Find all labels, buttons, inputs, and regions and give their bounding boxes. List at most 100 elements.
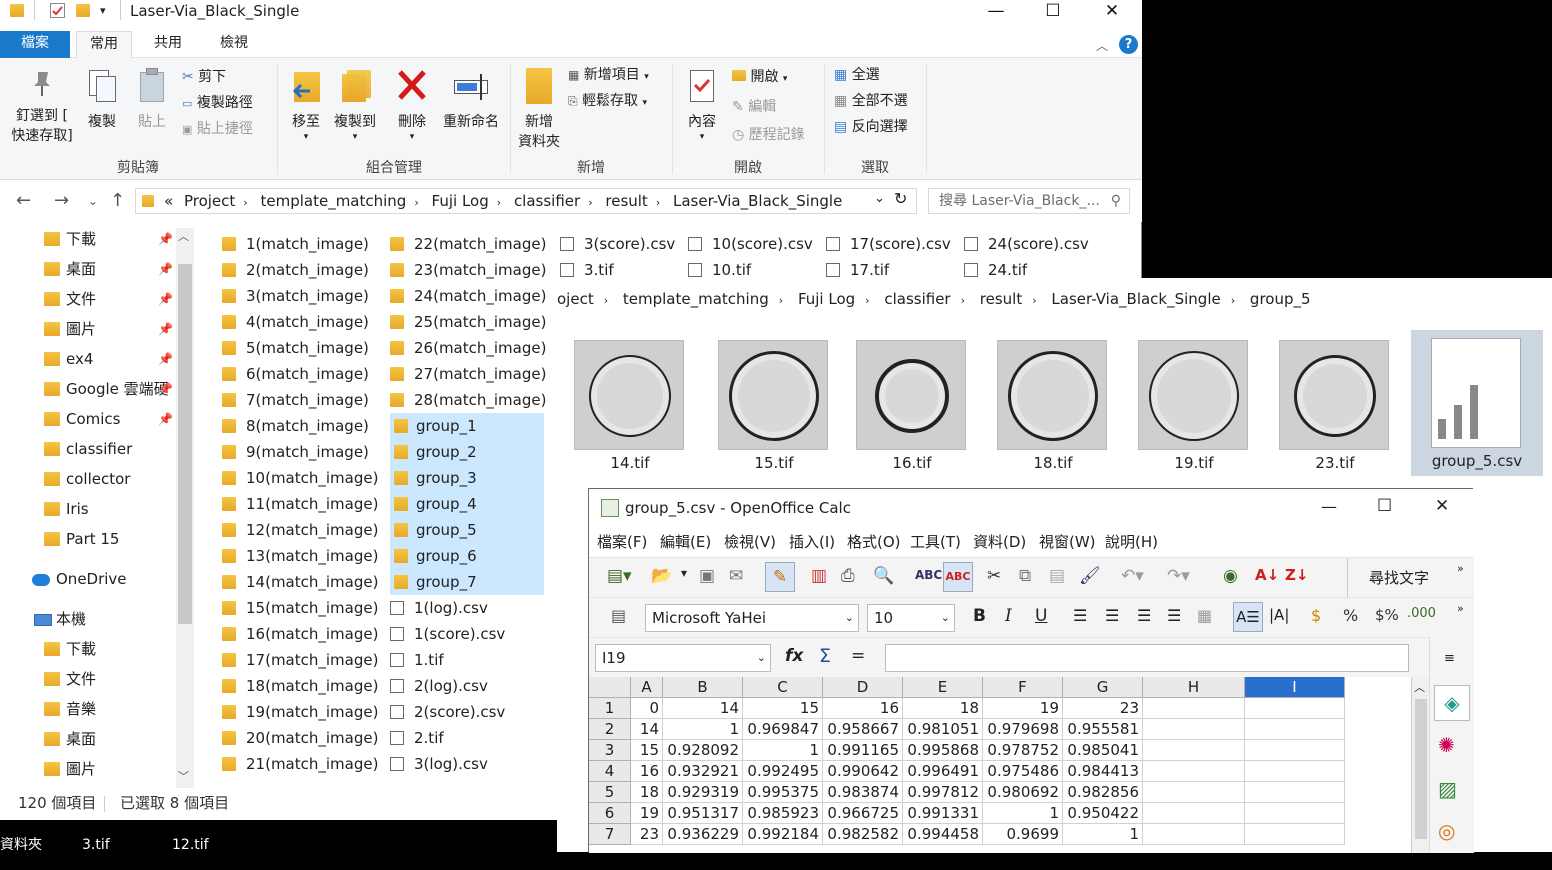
scroll-up-icon[interactable]: ︿: [1414, 679, 1425, 695]
edit-button[interactable]: ✎ 編輯: [732, 94, 776, 120]
thumbnail-item[interactable]: 15.tif: [718, 330, 830, 480]
file-item[interactable]: 2(score).csv: [390, 699, 544, 725]
folder-item[interactable]: 22(match_image): [390, 231, 546, 257]
cell[interactable]: 0.928092: [663, 740, 743, 761]
breadcrumb-item[interactable]: Fuji Log: [432, 192, 489, 210]
scroll-thumb[interactable]: [178, 264, 192, 624]
paste-icon-calc[interactable]: ▤: [1049, 566, 1065, 586]
nav-item[interactable]: 文件 📌: [0, 284, 176, 314]
cell[interactable]: 0.932921: [663, 761, 743, 782]
number-format-icon[interactable]: $%: [1375, 606, 1399, 624]
menu-item[interactable]: 說明(H): [1105, 527, 1158, 557]
menu-item[interactable]: 工具(T): [910, 527, 961, 557]
navigator-icon[interactable]: ◉: [1223, 566, 1238, 586]
nav-item[interactable]: 音樂: [0, 694, 176, 724]
cell[interactable]: 23: [631, 824, 663, 845]
nav-item-this-pc[interactable]: 本機: [0, 604, 176, 634]
cell[interactable]: 0.982582: [823, 824, 903, 845]
sort-ascending-icon[interactable]: A↓: [1255, 566, 1279, 584]
folder-item[interactable]: group_3: [390, 465, 544, 491]
cell[interactable]: 0.936229: [663, 824, 743, 845]
align-left-icon[interactable]: ☰: [1073, 606, 1087, 625]
folder-item[interactable]: group_6: [390, 543, 544, 569]
copy-to-button[interactable]: 複製到 ▾: [332, 68, 378, 142]
tab-file[interactable]: 檔案: [0, 31, 70, 58]
redo-icon[interactable]: ↷▾: [1167, 566, 1190, 586]
properties-sidebar-icon[interactable]: ◈: [1434, 685, 1470, 721]
file-item[interactable]: 3(log).csv: [390, 751, 544, 777]
calc-close-button[interactable]: ✕: [1435, 496, 1449, 516]
scroll-thumb[interactable]: [1415, 699, 1427, 839]
thumbnail-item[interactable]: 19.tif: [1138, 330, 1250, 480]
column-header[interactable]: I: [1245, 677, 1345, 698]
cell[interactable]: [1143, 698, 1245, 719]
cell[interactable]: 0.990642: [823, 761, 903, 782]
cell[interactable]: [1143, 719, 1245, 740]
delete-button[interactable]: 刪除 ▾: [392, 68, 432, 142]
folder-item[interactable]: group_5: [390, 517, 544, 543]
styles-sidebar-icon[interactable]: ✺: [1438, 733, 1455, 757]
nav-item[interactable]: ex4 📌: [0, 344, 176, 374]
tab-share[interactable]: 共用: [140, 31, 196, 58]
file-item[interactable]: 2(log).csv: [390, 673, 544, 699]
save-icon[interactable]: ▣: [699, 566, 715, 586]
menu-item[interactable]: 檔案(F): [597, 527, 647, 557]
cell[interactable]: 23: [1063, 698, 1143, 719]
column-header[interactable]: A: [631, 677, 663, 698]
breadcrumb-item[interactable]: classifier: [514, 192, 580, 210]
folder-item[interactable]: 26(match_image): [390, 335, 546, 361]
folder-item[interactable]: 18(match_image): [222, 673, 378, 699]
copy-button[interactable]: 複製: [80, 68, 124, 132]
edit-mode-icon[interactable]: ✎: [765, 562, 795, 592]
maximize-button[interactable]: ☐: [1030, 0, 1076, 22]
cell[interactable]: 0.969847: [743, 719, 823, 740]
folder-item[interactable]: group_2: [390, 439, 544, 465]
easy-access-button[interactable]: ⎘ 輕鬆存取 ▾: [568, 88, 647, 116]
column-header[interactable]: C: [743, 677, 823, 698]
vertical-text-icon[interactable]: |A|: [1269, 606, 1289, 624]
cell[interactable]: 19: [631, 803, 663, 824]
folder-item[interactable]: 7(match_image): [222, 387, 376, 413]
nav-item[interactable]: 下載 📌: [0, 224, 176, 254]
folder-item[interactable]: 6(match_image): [222, 361, 376, 387]
folder-item[interactable]: 14(match_image): [222, 569, 378, 595]
tab-home[interactable]: 常用: [76, 31, 132, 59]
menu-item[interactable]: 檢視(V): [724, 527, 776, 557]
cell[interactable]: 0.991165: [823, 740, 903, 761]
export-pdf-icon[interactable]: ▥: [811, 566, 827, 586]
open-doc-icon[interactable]: 📂: [651, 566, 672, 586]
cell[interactable]: 0.982856: [1063, 782, 1143, 803]
column-header[interactable]: G: [1063, 677, 1143, 698]
collapse-ribbon-icon[interactable]: ︿: [1096, 37, 1108, 54]
cell[interactable]: 0.9699: [983, 824, 1063, 845]
new-doc-icon[interactable]: ▤▾: [607, 566, 632, 586]
thumbnail-item[interactable]: 23.tif: [1279, 330, 1391, 480]
toolbar-overflow-icon[interactable]: »: [1457, 562, 1464, 575]
forward-arrow-icon[interactable]: →: [54, 190, 69, 211]
cell[interactable]: 0.994458: [903, 824, 983, 845]
nav-item[interactable]: 圖片: [0, 754, 176, 784]
breadcrumb-item[interactable]: result: [605, 192, 647, 210]
nav-item[interactable]: classifier: [0, 434, 176, 464]
invert-selection-button[interactable]: ▤ 反向選擇: [834, 114, 908, 140]
folder-item[interactable]: 27(match_image): [390, 361, 546, 387]
folder-item[interactable]: 9(match_image): [222, 439, 376, 465]
cell[interactable]: 0.985923: [743, 803, 823, 824]
back-arrow-icon[interactable]: ←: [16, 190, 31, 211]
help-icon[interactable]: ?: [1119, 35, 1138, 54]
calc-maximize-button[interactable]: ☐: [1377, 496, 1392, 516]
cell[interactable]: 1: [1063, 824, 1143, 845]
font-size-select[interactable]: 10 ⌄: [867, 604, 955, 632]
cell[interactable]: [1245, 761, 1345, 782]
equals-icon[interactable]: =: [851, 646, 865, 666]
cell[interactable]: [1245, 719, 1345, 740]
cell[interactable]: 19: [983, 698, 1063, 719]
gallery-sidebar-icon[interactable]: ▨: [1438, 777, 1457, 801]
cell[interactable]: 0.991331: [903, 803, 983, 824]
undo-icon[interactable]: ↶▾: [1121, 566, 1144, 586]
cell[interactable]: 18: [903, 698, 983, 719]
cell[interactable]: 0.984413: [1063, 761, 1143, 782]
folder-item[interactable]: 2(match_image): [222, 257, 376, 283]
pin-quick-access-button[interactable]: 釘選到 [ 快速存取]: [6, 68, 78, 146]
folder-item[interactable]: group_1: [390, 413, 544, 439]
